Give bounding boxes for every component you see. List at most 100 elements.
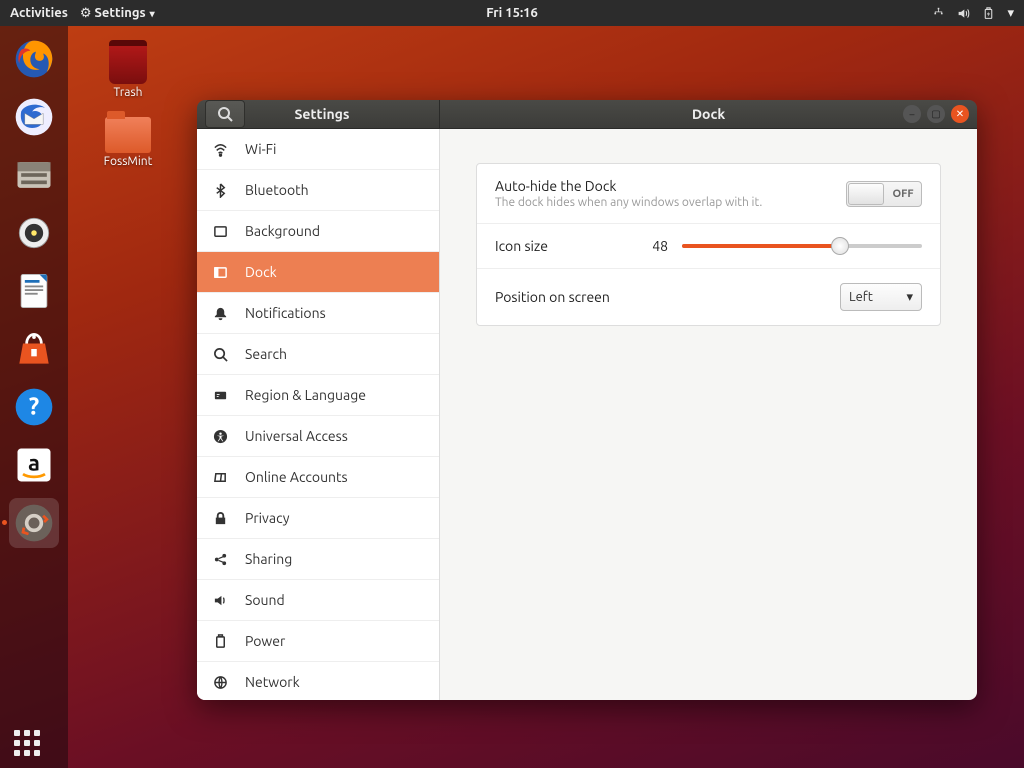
switch-label: OFF xyxy=(885,188,921,200)
autohide-subtitle: The dock hides when any windows overlap … xyxy=(495,196,762,209)
row-position: Position on screen Left ▾ xyxy=(477,269,940,325)
sidebar-item-label: Search xyxy=(245,346,287,362)
sidebar-item-label: Notifications xyxy=(245,305,326,321)
sidebar-item-privacy[interactable]: Privacy xyxy=(197,498,439,539)
accessibility-icon xyxy=(213,429,231,444)
row-icon-size: Icon size 48 xyxy=(477,224,940,269)
sidebar-item-label: Online Accounts xyxy=(245,469,348,485)
icon-size-title: Icon size xyxy=(495,238,548,254)
search-icon xyxy=(217,106,233,122)
sidebar-item-label: Dock xyxy=(245,264,277,280)
sidebar-item-label: Universal Access xyxy=(245,428,348,444)
sidebar-item-label: Privacy xyxy=(245,510,289,526)
search-button[interactable] xyxy=(205,100,245,128)
sidebar-item-accounts[interactable]: Online Accounts xyxy=(197,457,439,498)
position-title: Position on screen xyxy=(495,289,610,305)
top-bar: Activities ⚙ Settings Fri 15:16 ▾ xyxy=(0,0,1024,26)
volume-indicator-icon[interactable] xyxy=(957,7,970,20)
sidebar-item-wifi[interactable]: Wi-Fi xyxy=(197,129,439,170)
row-autohide: Auto-hide the Dock The dock hides when a… xyxy=(477,164,940,224)
sidebar-item-label: Network xyxy=(245,674,300,690)
sharing-icon xyxy=(213,552,231,567)
settings-content: Auto-hide the Dock The dock hides when a… xyxy=(440,129,977,700)
trash-icon xyxy=(109,40,147,84)
wifi-icon xyxy=(213,142,231,157)
position-dropdown[interactable]: Left ▾ xyxy=(840,283,922,311)
app-menu-label: Settings xyxy=(95,6,155,20)
sidebar-item-bell[interactable]: Notifications xyxy=(197,293,439,334)
sidebar-item-network[interactable]: Network xyxy=(197,662,439,700)
sidebar-item-power[interactable]: Power xyxy=(197,621,439,662)
dock-item-settings[interactable] xyxy=(9,498,59,548)
minimize-button[interactable]: – xyxy=(903,105,921,123)
system-menu-arrow-icon[interactable]: ▾ xyxy=(1007,6,1014,21)
maximize-button[interactable]: ▢ xyxy=(927,105,945,123)
dock-settings-panel: Auto-hide the Dock The dock hides when a… xyxy=(476,163,941,326)
activities-button[interactable]: Activities xyxy=(10,6,68,20)
dock-item-help[interactable]: ? xyxy=(9,382,59,432)
svg-text:?: ? xyxy=(29,392,39,419)
sidebar-item-region[interactable]: Region & Language xyxy=(197,375,439,416)
icon-size-slider[interactable] xyxy=(682,244,922,248)
chevron-down-icon: ▾ xyxy=(906,290,913,305)
network-icon xyxy=(213,675,231,690)
dock-item-software[interactable] xyxy=(9,324,59,374)
autohide-switch[interactable]: OFF xyxy=(846,181,922,207)
dock-item-amazon[interactable]: a xyxy=(9,440,59,490)
sidebar-item-sharing[interactable]: Sharing xyxy=(197,539,439,580)
sidebar-item-background[interactable]: Background xyxy=(197,211,439,252)
slider-fill xyxy=(682,244,840,248)
app-menu[interactable]: ⚙ Settings xyxy=(80,6,155,21)
dock-item-writer[interactable] xyxy=(9,266,59,316)
sidebar-item-label: Bluetooth xyxy=(245,182,309,198)
sidebar-item-label: Sharing xyxy=(245,551,292,567)
switch-knob xyxy=(848,183,884,205)
bell-icon xyxy=(213,306,231,321)
search-icon xyxy=(213,347,231,362)
bluetooth-icon xyxy=(213,183,231,198)
sound-icon xyxy=(213,593,231,608)
background-icon xyxy=(213,224,231,239)
dropdown-value: Left xyxy=(849,290,873,304)
sidebar-item-accessibility[interactable]: Universal Access xyxy=(197,416,439,457)
privacy-icon xyxy=(213,511,231,526)
sidebar-item-label: Background xyxy=(245,223,320,239)
dock-item-rhythmbox[interactable] xyxy=(9,208,59,258)
close-button[interactable]: ✕ xyxy=(951,105,969,123)
sidebar-item-bluetooth[interactable]: Bluetooth xyxy=(197,170,439,211)
sidebar-item-label: Power xyxy=(245,633,285,649)
settings-sidebar[interactable]: Wi-Fi Bluetooth Background Dock Notification… xyxy=(197,129,440,700)
dock-icon xyxy=(213,265,231,280)
sidebar-item-dock[interactable]: Dock xyxy=(197,252,439,293)
dock-item-firefox[interactable] xyxy=(9,34,59,84)
slider-thumb[interactable] xyxy=(831,237,849,255)
desktop-icon-label: Trash xyxy=(113,86,142,99)
desktop-icon-trash[interactable]: Trash xyxy=(88,40,168,99)
settings-window: Settings Dock – ▢ ✕ Wi-Fi Bluetooth Backgr… xyxy=(197,100,977,700)
folder-icon xyxy=(105,117,151,153)
desktop: Trash FossMint xyxy=(88,40,168,186)
battery-indicator-icon[interactable] xyxy=(982,7,995,20)
power-icon xyxy=(213,634,231,649)
dock: ? a xyxy=(0,26,68,768)
autohide-title: Auto-hide the Dock xyxy=(495,178,762,194)
desktop-icon-folder[interactable]: FossMint xyxy=(88,117,168,168)
sidebar-item-label: Sound xyxy=(245,592,285,608)
show-applications-button[interactable] xyxy=(14,730,40,756)
sidebar-title: Settings xyxy=(245,106,439,122)
sidebar-item-search[interactable]: Search xyxy=(197,334,439,375)
sidebar-item-sound[interactable]: Sound xyxy=(197,580,439,621)
region-icon xyxy=(213,388,231,403)
icon-size-value: 48 xyxy=(638,238,668,254)
svg-text:a: a xyxy=(28,451,40,476)
clock[interactable]: Fri 15:16 xyxy=(486,6,538,20)
page-title: Dock xyxy=(692,106,725,122)
sidebar-item-label: Wi-Fi xyxy=(245,141,276,157)
network-indicator-icon[interactable] xyxy=(932,7,945,20)
titlebar[interactable]: Settings Dock – ▢ ✕ xyxy=(197,100,977,129)
sidebar-item-label: Region & Language xyxy=(245,387,366,403)
dock-item-thunderbird[interactable] xyxy=(9,92,59,142)
desktop-icon-label: FossMint xyxy=(104,155,153,168)
dock-item-files[interactable] xyxy=(9,150,59,200)
gear-icon: ⚙ xyxy=(80,6,92,21)
